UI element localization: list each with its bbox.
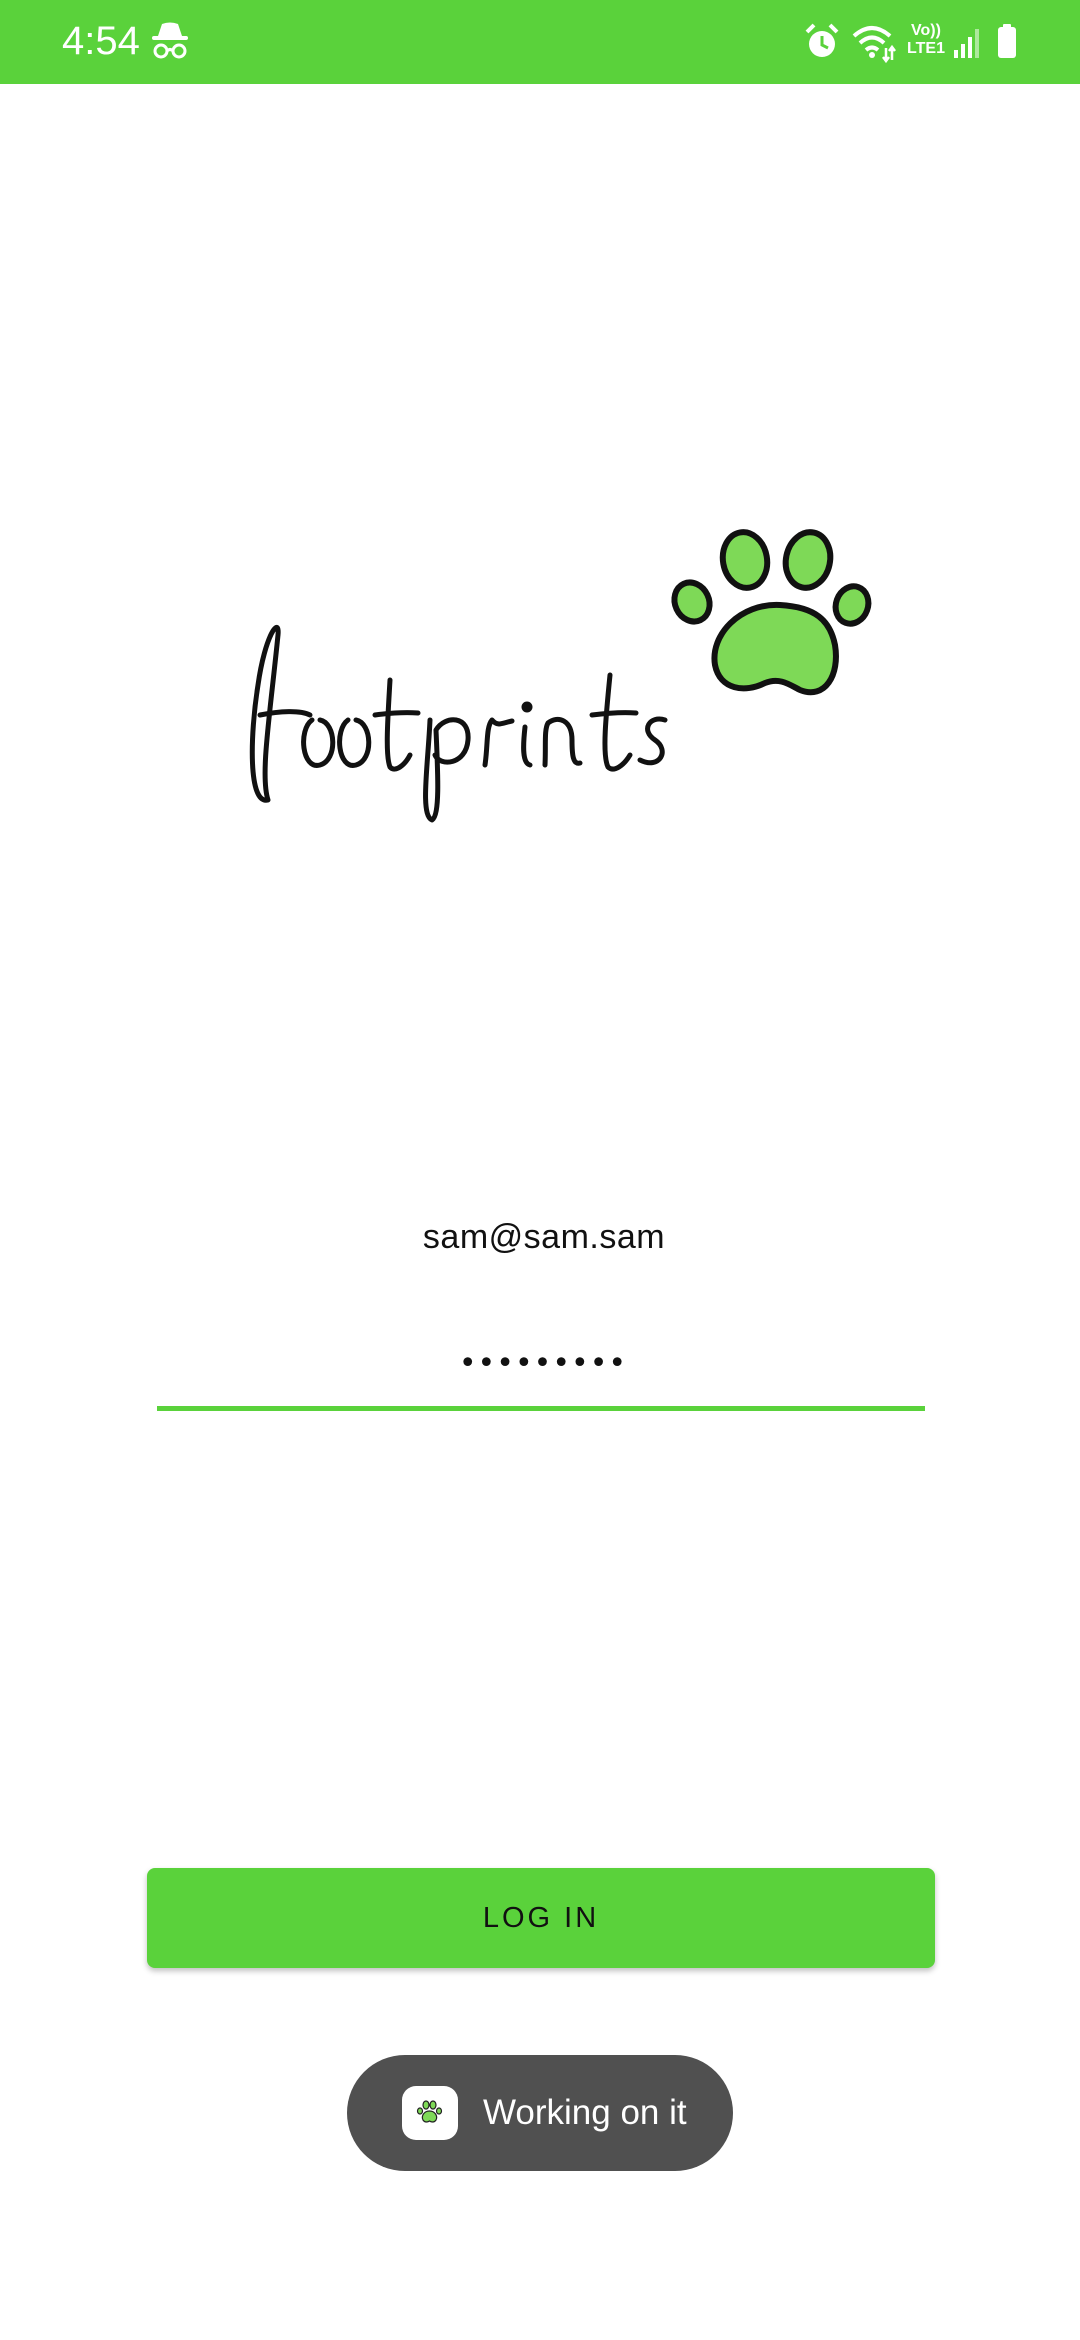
incognito-icon: [150, 20, 190, 64]
network-type-label: Vo)) LTE1: [907, 22, 945, 57]
status-bar: 4:54 Vo)) LTE1: [0, 0, 1080, 84]
signal-icon: [952, 20, 982, 64]
password-field[interactable]: [157, 1330, 929, 1396]
email-field[interactable]: [157, 1206, 931, 1268]
battery-icon: [995, 20, 1019, 64]
login-button[interactable]: LOG IN: [147, 1868, 935, 1968]
password-field-underline: [157, 1406, 925, 1411]
toast-text: Working on it: [483, 2093, 687, 2132]
alarm-icon: [804, 20, 840, 64]
footprints-logo: [240, 515, 890, 825]
toast-message: Working on it: [347, 2055, 733, 2171]
password-field-container: [157, 1330, 929, 1411]
wifi-icon: [850, 20, 896, 64]
login-screen: 4:54 Vo)) LTE1 sam@sam.sam ••••••••• LOG…: [0, 0, 1080, 2340]
status-time: 4:54: [62, 19, 140, 63]
app-icon: [402, 2086, 458, 2140]
